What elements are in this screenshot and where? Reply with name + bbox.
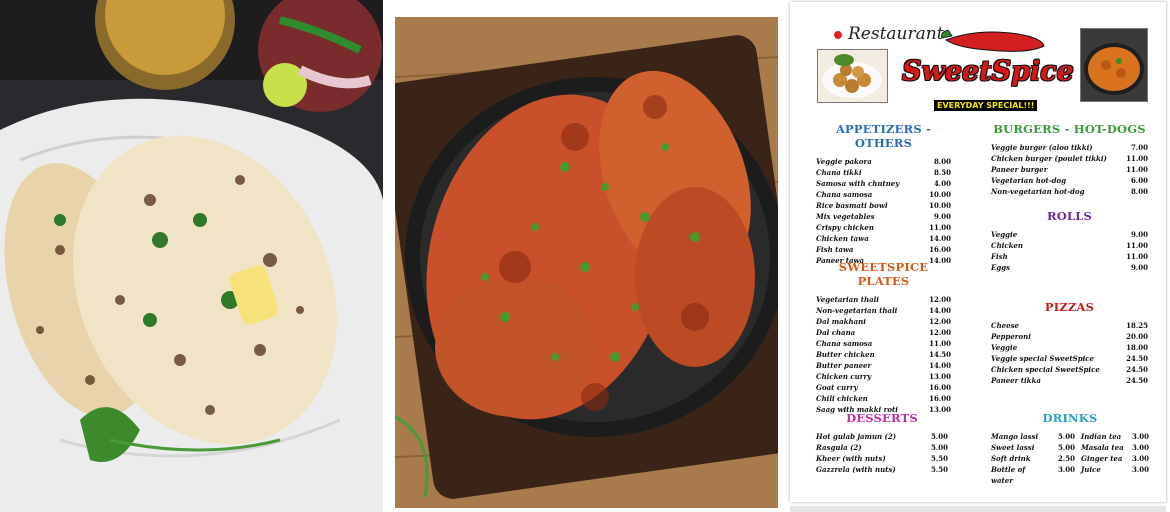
menu-item: Chana samosa 11.00 xyxy=(816,339,951,348)
drinks-list: Mango lassi 5.00 Indian tea 3.00 Sweet l… xyxy=(991,431,1149,486)
naan-bread-photo xyxy=(0,0,383,512)
drinks-section: DRINKS Mango lassi 5.00 Indian tea 3.00 … xyxy=(991,411,1149,486)
menu-item: Non-vegetarian thali 14.00 xyxy=(816,306,951,315)
drink-price: 3.00 xyxy=(1131,465,1149,474)
menu-item: Paneer burger 11.00 xyxy=(991,165,1148,174)
tagline-badge: EVERYDAY SPECIAL!!! xyxy=(934,100,1038,111)
tandoori-chicken-photo xyxy=(395,17,778,508)
menu-item: Crispy chicken 11.00 xyxy=(816,223,951,232)
menu-item: Pepperoni 20.00 xyxy=(991,332,1148,341)
pizzas-section: PIZZAS Cheese 18.25 Pepperoni 20.00 Veggie… xyxy=(991,300,1148,386)
menu-item: Chicken tawa 14.00 xyxy=(816,234,951,243)
burgers-title: BURGERS - HOT-DOGS xyxy=(993,122,1146,136)
pizzas-title: PIZZAS xyxy=(1044,300,1095,314)
burgers-section: BURGERS - HOT-DOGS Veggie burger (aloo t… xyxy=(991,122,1148,197)
menu-item: Chicken curry 13.00 xyxy=(816,372,951,381)
drink-name: Ginger tea xyxy=(1081,454,1123,463)
menu-item: Samosa with chutney 4.00 xyxy=(816,179,951,188)
menu-item: Chicken burger (poulet tikki) 11.00 xyxy=(991,154,1148,163)
drink-name: Juice xyxy=(1081,465,1101,474)
drink-name: Soft drink xyxy=(991,454,1031,463)
menu-item: Butter chicken 14.50 xyxy=(816,350,951,359)
drink-name: Mango lassi xyxy=(991,432,1039,441)
curry-thumbnail xyxy=(1080,28,1148,102)
drink-name: Masala tea xyxy=(1081,443,1124,452)
menu-item: Butter paneer 14.00 xyxy=(816,361,951,370)
menu-item: Veggie special SweetSpice 24.50 xyxy=(991,354,1148,363)
appetizers-section: APPETIZERS - OTHERS Veggie pakora 8.00 Ch… xyxy=(816,122,951,266)
plates-section: SWEETSPICE PLATES Vegetarian thali 12.00 … xyxy=(816,260,951,415)
menu-item: Fish tawa 16.00 xyxy=(816,245,951,254)
menu-item: Chicken 11.00 xyxy=(991,241,1148,250)
restaurant-logo: SweetSpice xyxy=(902,56,1074,87)
drink-name: Sweet lassi xyxy=(991,443,1035,452)
menu-item: Chili chicken 16.00 xyxy=(816,394,951,403)
drinks-title: DRINKS xyxy=(1042,411,1098,425)
menu-item: Veggie 18.00 xyxy=(991,343,1148,352)
menu-item: Vegetarian thali 12.00 xyxy=(816,295,951,304)
rolls-title: ROLLS xyxy=(1046,209,1093,223)
menu-item: Rice basmati bowl 10.00 xyxy=(816,201,951,210)
menu-item: Vegetarian hot-dog 6.00 xyxy=(991,176,1148,185)
drink-price: 3.00 xyxy=(1131,454,1149,463)
drink-price: 5.00 xyxy=(1057,432,1075,441)
menu-item: Mix vegetables 9.00 xyxy=(816,212,951,221)
menu-item: Cheese 18.25 xyxy=(991,321,1148,330)
samosa-thumbnail xyxy=(817,49,888,103)
drink-name: Bottle of water xyxy=(991,465,1026,485)
plates-title: SWEETSPICE PLATES xyxy=(838,260,929,288)
drink-price: 3.00 xyxy=(1131,443,1149,452)
page-edge xyxy=(790,506,1166,512)
chili-pepper-icon xyxy=(941,29,1045,52)
drink-price: 2.50 xyxy=(1057,454,1075,463)
menu-item: Gazzrela (with nuts) 5.50 xyxy=(816,465,948,474)
menu-item: Hot gulab jamun (2) 5.00 xyxy=(816,432,948,441)
drink-price: 3.00 xyxy=(1131,432,1149,441)
menu-item: Dal makhani 12.00 xyxy=(816,317,951,326)
menu-item: Veggie pakora 8.00 xyxy=(816,157,951,166)
menu-item: Dal chana 12.00 xyxy=(816,328,951,337)
drink-name: Indian tea xyxy=(1081,432,1122,441)
restaurant-menu: Restaurant SweetSpice EVERYDAY SPECIAL!!… xyxy=(790,2,1166,502)
menu-item: Non-vegetarian hot-dog 8.00 xyxy=(991,187,1148,196)
menu-item: Veggie 9.00 xyxy=(991,230,1148,239)
menu-item: Kheer (with nuts) 5.50 xyxy=(816,454,948,463)
menu-item: Veggie burger (aloo tikki) 7.00 xyxy=(991,143,1148,152)
menu-item: Rasgula (2) 5.00 xyxy=(816,443,948,452)
header-label: Restaurant xyxy=(848,24,944,44)
menu-item: Eggs 9.00 xyxy=(991,263,1148,272)
menu-item: Chicken special SweetSpice 24.50 xyxy=(991,365,1148,374)
desserts-section: DESSERTS Hot gulab jamun (2) 5.00 Rasgula… xyxy=(816,411,948,475)
menu-item: Paneer tikka 24.50 xyxy=(991,376,1148,385)
desserts-title: DESSERTS xyxy=(846,411,918,425)
menu-item: Fish 11.00 xyxy=(991,252,1148,261)
menu-item: Chana tikki 8.50 xyxy=(816,168,951,177)
drink-price: 3.00 xyxy=(1057,465,1075,474)
rolls-section: ROLLS Veggie 9.00 Chicken 11.00 Fish 11.00 … xyxy=(991,209,1148,273)
appetizers-title: APPETIZERS - OTHERS xyxy=(835,122,932,150)
menu-item: Goat curry 16.00 xyxy=(816,383,951,392)
drink-price: 5.00 xyxy=(1057,443,1075,452)
menu-item: Chana samosa 10.00 xyxy=(816,190,951,199)
bullet-icon xyxy=(834,31,842,39)
